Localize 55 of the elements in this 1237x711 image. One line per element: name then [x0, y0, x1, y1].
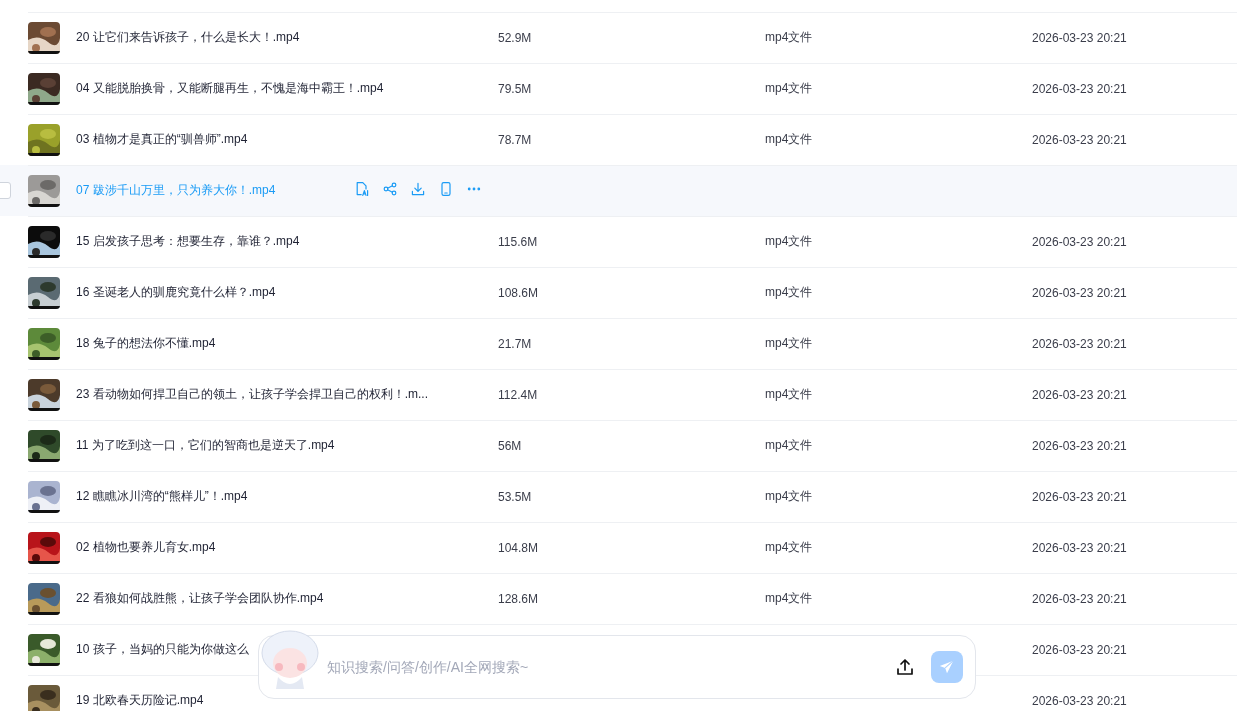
ai-file-icon[interactable]: [354, 181, 370, 197]
file-date: 2026-03-23 20:21: [1032, 387, 1128, 402]
file-name[interactable]: 12 瞧瞧冰川湾的“熊样儿”！.mp4: [76, 488, 248, 505]
file-type: mp4文件: [765, 437, 814, 454]
file-name[interactable]: 23 看动物如何捍卫自己的领土，让孩子学会捍卫自己的权利！.m...: [76, 386, 428, 403]
file-size: 128.6M: [498, 591, 540, 606]
download-icon[interactable]: [410, 181, 426, 197]
file-type: mp4文件: [765, 590, 814, 607]
file-date: 2026-03-23 20:21: [1032, 693, 1128, 708]
share-icon[interactable]: [382, 181, 398, 197]
file-type: mp4文件: [765, 335, 814, 352]
file-date: 2026-03-23 20:21: [1032, 234, 1128, 249]
send-button[interactable]: [931, 651, 963, 683]
search-field[interactable]: 知识搜索/问答/创作/AI全网搜索~: [325, 658, 895, 676]
file-date: 2026-03-23 20:21: [1032, 285, 1128, 300]
file-name[interactable]: 18 兔子的想法你不懂.mp4: [76, 335, 216, 352]
file-date: 2026-03-23 20:21: [1032, 591, 1128, 606]
file-size: 79.5M: [498, 81, 533, 96]
file-size: 115.6M: [498, 234, 539, 249]
file-date: 2026-03-23 20:21: [1032, 30, 1128, 45]
file-type: mp4文件: [765, 29, 814, 46]
file-date: 2026-03-23 20:21: [1032, 132, 1128, 147]
file-name[interactable]: 20 让它们来告诉孩子，什么是长大！.mp4: [76, 29, 300, 46]
phone-icon[interactable]: [438, 181, 454, 197]
file-size: 112.4M: [498, 387, 539, 402]
file-date: 2026-03-23 20:21: [1032, 642, 1128, 657]
file-date: 2026-03-23 20:21: [1032, 489, 1128, 504]
file-name[interactable]: 03 植物才是真正的“驯兽师”.mp4: [76, 131, 248, 148]
file-date: 2026-03-23 20:21: [1032, 81, 1128, 96]
file-date: 2026-03-23 20:21: [1032, 438, 1128, 453]
file-type: mp4文件: [765, 284, 814, 301]
file-type: mp4文件: [765, 386, 814, 403]
file-date: 2026-03-23 20:21: [1032, 336, 1128, 351]
file-date: 2026-03-23 20:21: [1032, 540, 1128, 555]
file-name[interactable]: 11 为了吃到这一口，它们的智商也是逆天了.mp4: [76, 437, 335, 454]
file-name[interactable]: 04 又能脱胎换骨，又能断腿再生，不愧是海中霸王！.mp4: [76, 80, 384, 97]
file-size: 78.7M: [498, 132, 533, 147]
file-name[interactable]: 19 北欧春天历险记.mp4: [76, 692, 204, 709]
file-size: 21.7M: [498, 336, 533, 351]
file-name[interactable]: 02 植物也要养儿育女.mp4: [76, 539, 216, 556]
file-size: 108.6M: [498, 285, 540, 300]
file-size: 52.9M: [498, 30, 533, 45]
file-name[interactable]: 22 看狼如何战胜熊，让孩子学会团队协作.mp4: [76, 590, 324, 607]
file-type: mp4文件: [765, 539, 814, 556]
file-name[interactable]: 15 启发孩子思考：想要生存，靠谁？.mp4: [76, 233, 300, 250]
file-type: mp4文件: [765, 488, 814, 505]
file-type: mp4文件: [765, 80, 814, 97]
file-type: mp4文件: [765, 131, 814, 148]
file-type: mp4文件: [765, 233, 814, 250]
file-size: 53.5M: [498, 489, 533, 504]
file-size: 56M: [498, 438, 523, 453]
file-size: 104.8M: [498, 540, 540, 555]
file-name[interactable]: 16 圣诞老人的驯鹿究竟什么样？.mp4: [76, 284, 276, 301]
file-name[interactable]: 10 孩子，当妈的只能为你做这么: [76, 641, 249, 658]
upload-icon[interactable]: [895, 657, 915, 677]
